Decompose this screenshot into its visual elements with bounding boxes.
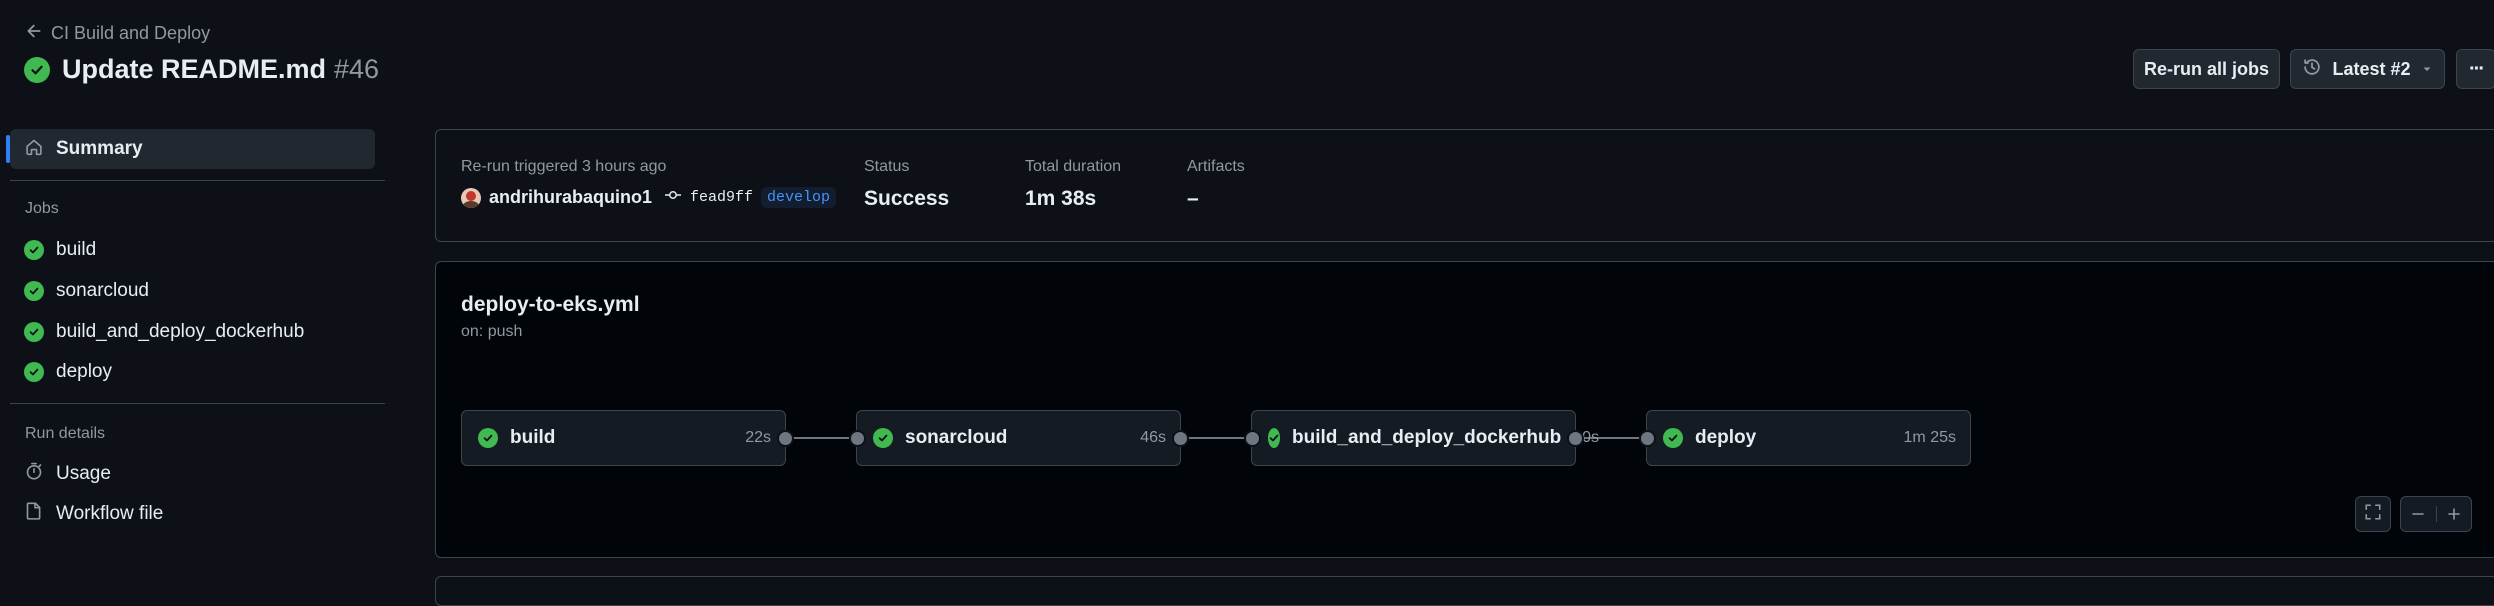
duration-value[interactable]: 1m 38s [1025,187,1096,211]
sidebar-item-workflow-file[interactable]: Workflow file [10,495,375,533]
workflow-trigger: on: push [461,323,523,340]
sidebar-item-job-dockerhub[interactable]: build_and_deploy_dockerhub [10,313,375,351]
job-duration: 1m 25s [1903,429,1956,446]
fullscreen-icon [2364,503,2382,526]
home-icon [24,137,44,162]
chevron-down-icon [2421,59,2433,80]
branch-label[interactable]: develop [761,187,837,208]
next-panel-edge [435,576,2494,606]
job-duration: 46s [1140,429,1166,446]
job-node-sonarcloud[interactable]: sonarcloud 46s [856,410,1181,466]
active-indicator [6,135,10,163]
sidebar-item-job-sonarcloud[interactable]: sonarcloud [10,272,375,310]
sidebar-divider [10,180,385,181]
stopwatch-icon [24,461,44,487]
run-number: #46 [334,54,380,84]
connector-dot [1172,430,1189,447]
check-circle-icon [24,322,44,342]
status-value: Success [864,187,950,210]
status-label: Status [864,158,910,175]
job-name: build_and_deploy_dockerhub [1292,427,1562,448]
page-title: Update README.md #46 [24,54,379,85]
kebab-icon: ··· [2469,57,2485,80]
check-circle-icon [24,362,44,382]
job-node-build-and-deploy-dockerhub[interactable]: build_and_deploy_dockerhub 30s [1251,410,1599,466]
sidebar-item-usage[interactable]: Usage [10,455,375,493]
sidebar-item-summary[interactable]: Summary [6,129,375,169]
job-node-deploy[interactable]: deploy 1m 25s [1646,410,1971,466]
zoom-in-icon[interactable] [2437,506,2472,522]
job-name: sonarcloud [905,427,1008,448]
check-circle-icon [24,281,44,301]
connector-dot [1639,430,1656,447]
rerun-label: Re-run all jobs [2143,58,2269,79]
connector-dot [1244,430,1261,447]
job-name: deploy [1695,427,1757,448]
actor-name[interactable]: andrihurabaquino1 [489,187,652,208]
arrow-left-icon [25,22,43,45]
zoom-controls [2400,496,2472,532]
sidebar-item-label: deploy [56,361,112,382]
job-node-build[interactable]: build 22s [461,410,786,466]
more-options-button[interactable]: ··· [2456,49,2494,89]
actor-row: andrihurabaquino1 fead9ff develop [461,187,837,208]
zoom-out-icon[interactable] [2401,506,2437,522]
history-icon [2302,57,2322,82]
check-circle-icon [478,428,498,448]
sidebar-item-job-build[interactable]: build [10,231,375,269]
check-circle-icon [873,428,893,448]
rerun-all-jobs-button[interactable]: Re-run all jobs [2133,49,2280,89]
fullscreen-button[interactable] [2355,496,2391,532]
workflow-name: CI Build and Deploy [51,23,211,43]
job-connector [1180,437,1252,439]
connector-dot [849,430,866,447]
check-circle-icon [1268,428,1280,448]
run-summary-panel: Re-run triggered 3 hours ago andrihuraba… [435,129,2494,242]
commit-sha[interactable]: fead9ff [690,189,753,206]
back-link[interactable]: CI Build and Deploy [25,22,210,45]
sidebar-divider [10,403,385,404]
attempt-label: Latest #2 [2332,58,2411,79]
connector-dot [777,430,794,447]
sidebar-item-label: Workflow file [56,503,164,524]
file-icon [24,501,44,527]
sidebar-item-label: sonarcloud [56,280,149,301]
check-circle-icon [24,240,44,260]
duration-label: Total duration [1025,158,1122,175]
job-connector [785,437,857,439]
attempt-dropdown-button[interactable]: Latest #2 [2290,49,2445,89]
sidebar-item-label: Summary [56,138,143,159]
run-details-heading: Run details [25,425,106,442]
job-name: build [510,427,556,448]
sidebar-item-label: build [56,239,97,260]
check-circle-icon [1663,428,1683,448]
connector-dot [1567,430,1584,447]
sidebar-item-label: Usage [56,463,111,484]
check-circle-icon [24,56,50,83]
jobs-heading: Jobs [25,200,59,217]
workflow-file-name[interactable]: deploy-to-eks.yml [461,293,640,317]
artifacts-value: – [1187,187,1199,210]
commit-icon [664,188,682,207]
job-duration: 22s [745,429,771,446]
sidebar-item-job-deploy[interactable]: deploy [10,353,375,391]
trigger-text: Re-run triggered 3 hours ago [461,158,667,175]
commit-title: Update README.md [62,54,327,84]
avatar [461,187,481,208]
sidebar-item-label: build_and_deploy_dockerhub [56,321,305,342]
artifacts-label: Artifacts [1187,158,1245,175]
